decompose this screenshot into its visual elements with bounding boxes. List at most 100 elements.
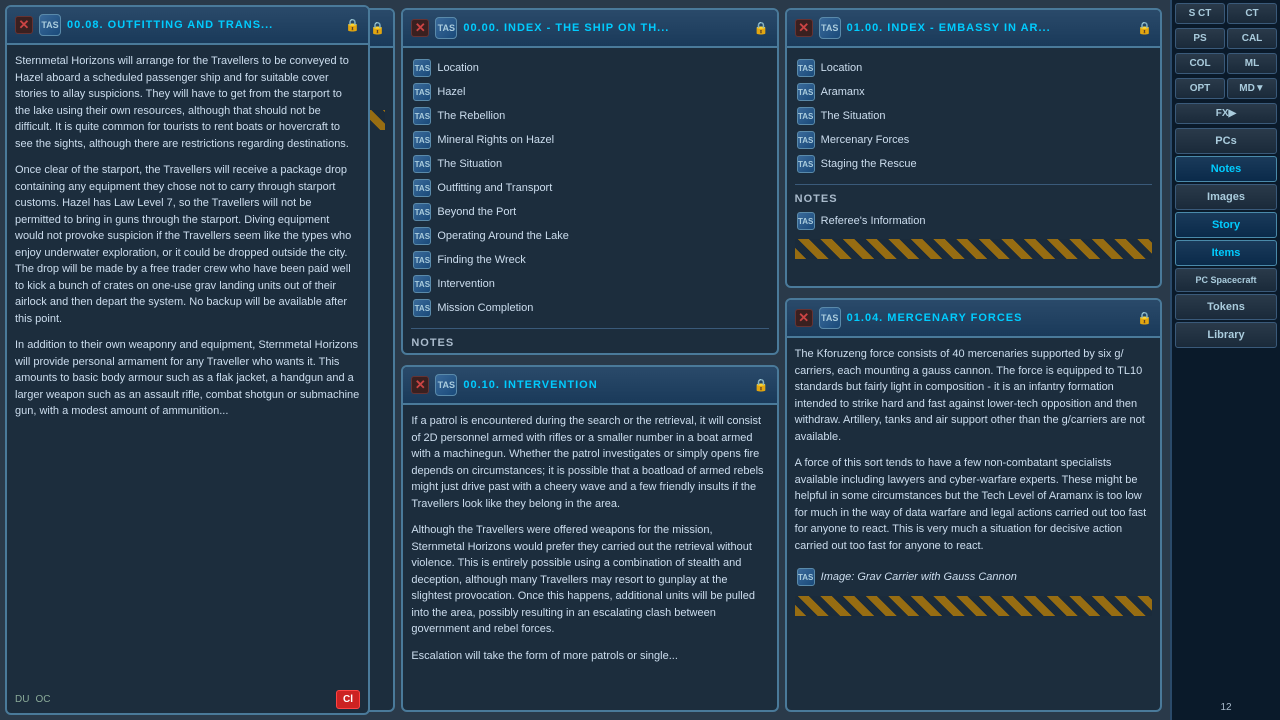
index-icon-mineral: TAS: [413, 131, 431, 149]
intervention-para-2: Although the Travellers were offered wea…: [411, 522, 768, 638]
embassy-text-aramanx: Aramanx: [821, 86, 865, 98]
card-ship-lock: 🔒: [754, 21, 769, 35]
story-btn[interactable]: Story: [1175, 212, 1277, 238]
index-item-wreck[interactable]: TAS Finding the Wreck: [411, 248, 768, 272]
card-ship-title: 00.00. INDEX - THE SHIP ON TH...: [463, 22, 669, 34]
index-item-mineral-rights[interactable]: TAS Mineral Rights on Hazel: [411, 128, 768, 152]
page-number: 12: [1175, 698, 1277, 717]
mercenary-image-item: TAS Image: Grav Carrier with Gauss Canno…: [795, 564, 1152, 590]
index-icon-rebellion: TAS: [413, 107, 431, 125]
card-intervention-close[interactable]: ✕: [411, 376, 429, 394]
pc-spacecraft-btn[interactable]: PC Spacecraft: [1175, 268, 1277, 292]
intervention-para-3: Escalation will take the form of more pa…: [411, 648, 768, 665]
index-item-hazel[interactable]: TAS Hazel: [411, 80, 768, 104]
library-btn[interactable]: Library: [1175, 322, 1277, 348]
images-btn[interactable]: Images: [1175, 184, 1277, 210]
card-mercenary-lock: 🔒: [1137, 311, 1152, 325]
outfitting-para-2: Once clear of the starport, the Travelle…: [15, 162, 360, 327]
embassy-item-mercenary[interactable]: TAS Mercenary Forces: [795, 128, 1152, 152]
index-item-intervention[interactable]: TAS Intervention: [411, 272, 768, 296]
md-btn[interactable]: MD▼: [1227, 78, 1277, 99]
ml-btn[interactable]: ML: [1227, 53, 1277, 74]
card-intervention-body: If a patrol is encountered during the se…: [403, 405, 776, 710]
index-item-operating[interactable]: TAS Operating Around the Lake: [411, 224, 768, 248]
card-embassy-icon: TAS: [819, 17, 841, 39]
index-icon-mission: TAS: [413, 299, 431, 317]
tokens-btn[interactable]: Tokens: [1175, 294, 1277, 320]
card-mercenary-header: ✕ TAS 01.04. MERCENARY FORCES 🔒: [787, 300, 1160, 338]
card-intervention-lock: 🔒: [754, 378, 769, 392]
card-ship-index: ✕ TAS 00.00. INDEX - THE SHIP ON TH... 🔒…: [401, 8, 778, 355]
index-icon-situation: TAS: [413, 155, 431, 173]
ct-btn[interactable]: CT: [1227, 3, 1277, 24]
embassy-icon-aramanx: TAS: [797, 83, 815, 101]
embassy-item-staging[interactable]: TAS Staging the Rescue: [795, 152, 1152, 176]
pcs-btn[interactable]: PCs: [1175, 128, 1277, 154]
embassy-icon-situation: TAS: [797, 107, 815, 125]
card-mercenary-close[interactable]: ✕: [795, 309, 813, 327]
card-embassy-body: TAS Location TAS Aramanx TAS The Situati…: [787, 48, 1160, 286]
embassy-text-referee: Referee's Information: [821, 215, 926, 227]
index-icon-operating: TAS: [413, 227, 431, 245]
index-item-rebellion[interactable]: TAS The Rebellion: [411, 104, 768, 128]
index-text-location: Location: [437, 62, 479, 74]
sct-btn[interactable]: S CT: [1175, 3, 1225, 24]
embassy-text-mercenary: Mercenary Forces: [821, 134, 910, 146]
intervention-para-1: If a patrol is encountered during the se…: [411, 413, 768, 512]
mercenary-image-caption: Image: Grav Carrier with Gauss Cannon: [821, 571, 1017, 583]
index-item-outfitting[interactable]: TAS Outfitting and Transport: [411, 176, 768, 200]
card-intervention: ✕ TAS 00.10. INTERVENTION 🔒 If a patrol …: [401, 365, 778, 712]
card-embassy-index: ✕ TAS 01.00. INDEX - EMBASSY IN AR... 🔒 …: [785, 8, 1162, 288]
embassy-icon-mercenary: TAS: [797, 131, 815, 149]
outfitting-para-3: In addition to their own weaponry and eq…: [15, 337, 360, 420]
index-item-beyond-port[interactable]: TAS Beyond the Port: [411, 200, 768, 224]
sidebar-top-row-3: COL ML: [1175, 53, 1277, 74]
embassy-text-staging: Staging the Rescue: [821, 158, 917, 170]
index-text-beyond: Beyond the Port: [437, 206, 516, 218]
card-outfitting-title: 00.08. OUTFITTING AND TRANS...: [67, 19, 273, 31]
index-icon-outfitting: TAS: [413, 179, 431, 197]
embassy-item-location[interactable]: TAS Location: [795, 56, 1152, 80]
warning-stripe-4: [795, 596, 1152, 616]
card-embassy-title: 01.00. INDEX - EMBASSY IN AR...: [847, 22, 1051, 34]
card-outfitting-icon: TAS: [39, 14, 61, 36]
index-item-mission[interactable]: TAS Mission Completion: [411, 296, 768, 320]
card-intervention-header: ✕ TAS 00.10. INTERVENTION 🔒: [403, 367, 776, 405]
outfitting-para-1: Sternmetal Horizons will arrange for the…: [15, 53, 360, 152]
fx-btn[interactable]: FX▶: [1175, 103, 1277, 124]
col-btn[interactable]: COL: [1175, 53, 1225, 74]
right-sidebar: S CT CT PS CAL COL ML OPT MD▼ FX▶ PCs No…: [1170, 0, 1280, 720]
card-ship-body: TAS Location TAS Hazel TAS The Rebellion…: [403, 48, 776, 353]
card-embassy-close[interactable]: ✕: [795, 19, 813, 37]
ps-btn[interactable]: PS: [1175, 28, 1225, 49]
card-ship-close[interactable]: ✕: [411, 19, 429, 37]
card-mercenary-body: The Kforuzeng force consists of 40 merce…: [787, 338, 1160, 710]
notes-btn[interactable]: Notes: [1175, 156, 1277, 182]
items-btn[interactable]: Items: [1175, 240, 1277, 266]
card-mercenary-title: 01.04. MERCENARY FORCES: [847, 312, 1023, 324]
divider-1: [411, 328, 768, 329]
cal-btn[interactable]: CAL: [1227, 28, 1277, 49]
index-icon-intervention: TAS: [413, 275, 431, 293]
card-outfitting-close[interactable]: ✕: [15, 16, 33, 34]
card-outfitting-header: ✕ TAS 00.08. OUTFITTING AND TRANS... 🔒: [7, 7, 368, 45]
red-action-btn[interactable]: Cl: [336, 690, 360, 709]
sidebar-top-row-4: OPT MD▼: [1175, 78, 1277, 99]
card-embassy-lock: 🔒: [1137, 21, 1152, 35]
index-text-situation: The Situation: [437, 158, 502, 170]
sidebar-top-row-5: FX▶: [1175, 103, 1277, 124]
index-icon-beyond: TAS: [413, 203, 431, 221]
embassy-notes-label: NOTES: [795, 193, 1152, 205]
embassy-item-aramanx[interactable]: TAS Aramanx: [795, 80, 1152, 104]
index-item-situation[interactable]: TAS The Situation: [411, 152, 768, 176]
index-item-location[interactable]: TAS Location: [411, 56, 768, 80]
opt-btn[interactable]: OPT: [1175, 78, 1225, 99]
card-ship-header: ✕ TAS 00.00. INDEX - THE SHIP ON TH... 🔒: [403, 10, 776, 48]
warning-stripe-3: [795, 239, 1152, 259]
card-outfitting-lock: 🔒: [345, 18, 360, 32]
index-text-mission: Mission Completion: [437, 302, 533, 314]
index-text-hazel: Hazel: [437, 86, 465, 98]
embassy-item-referee[interactable]: TAS Referee's Information: [795, 209, 1152, 233]
embassy-item-situation[interactable]: TAS The Situation: [795, 104, 1152, 128]
embassy-icon-staging: TAS: [797, 155, 815, 173]
